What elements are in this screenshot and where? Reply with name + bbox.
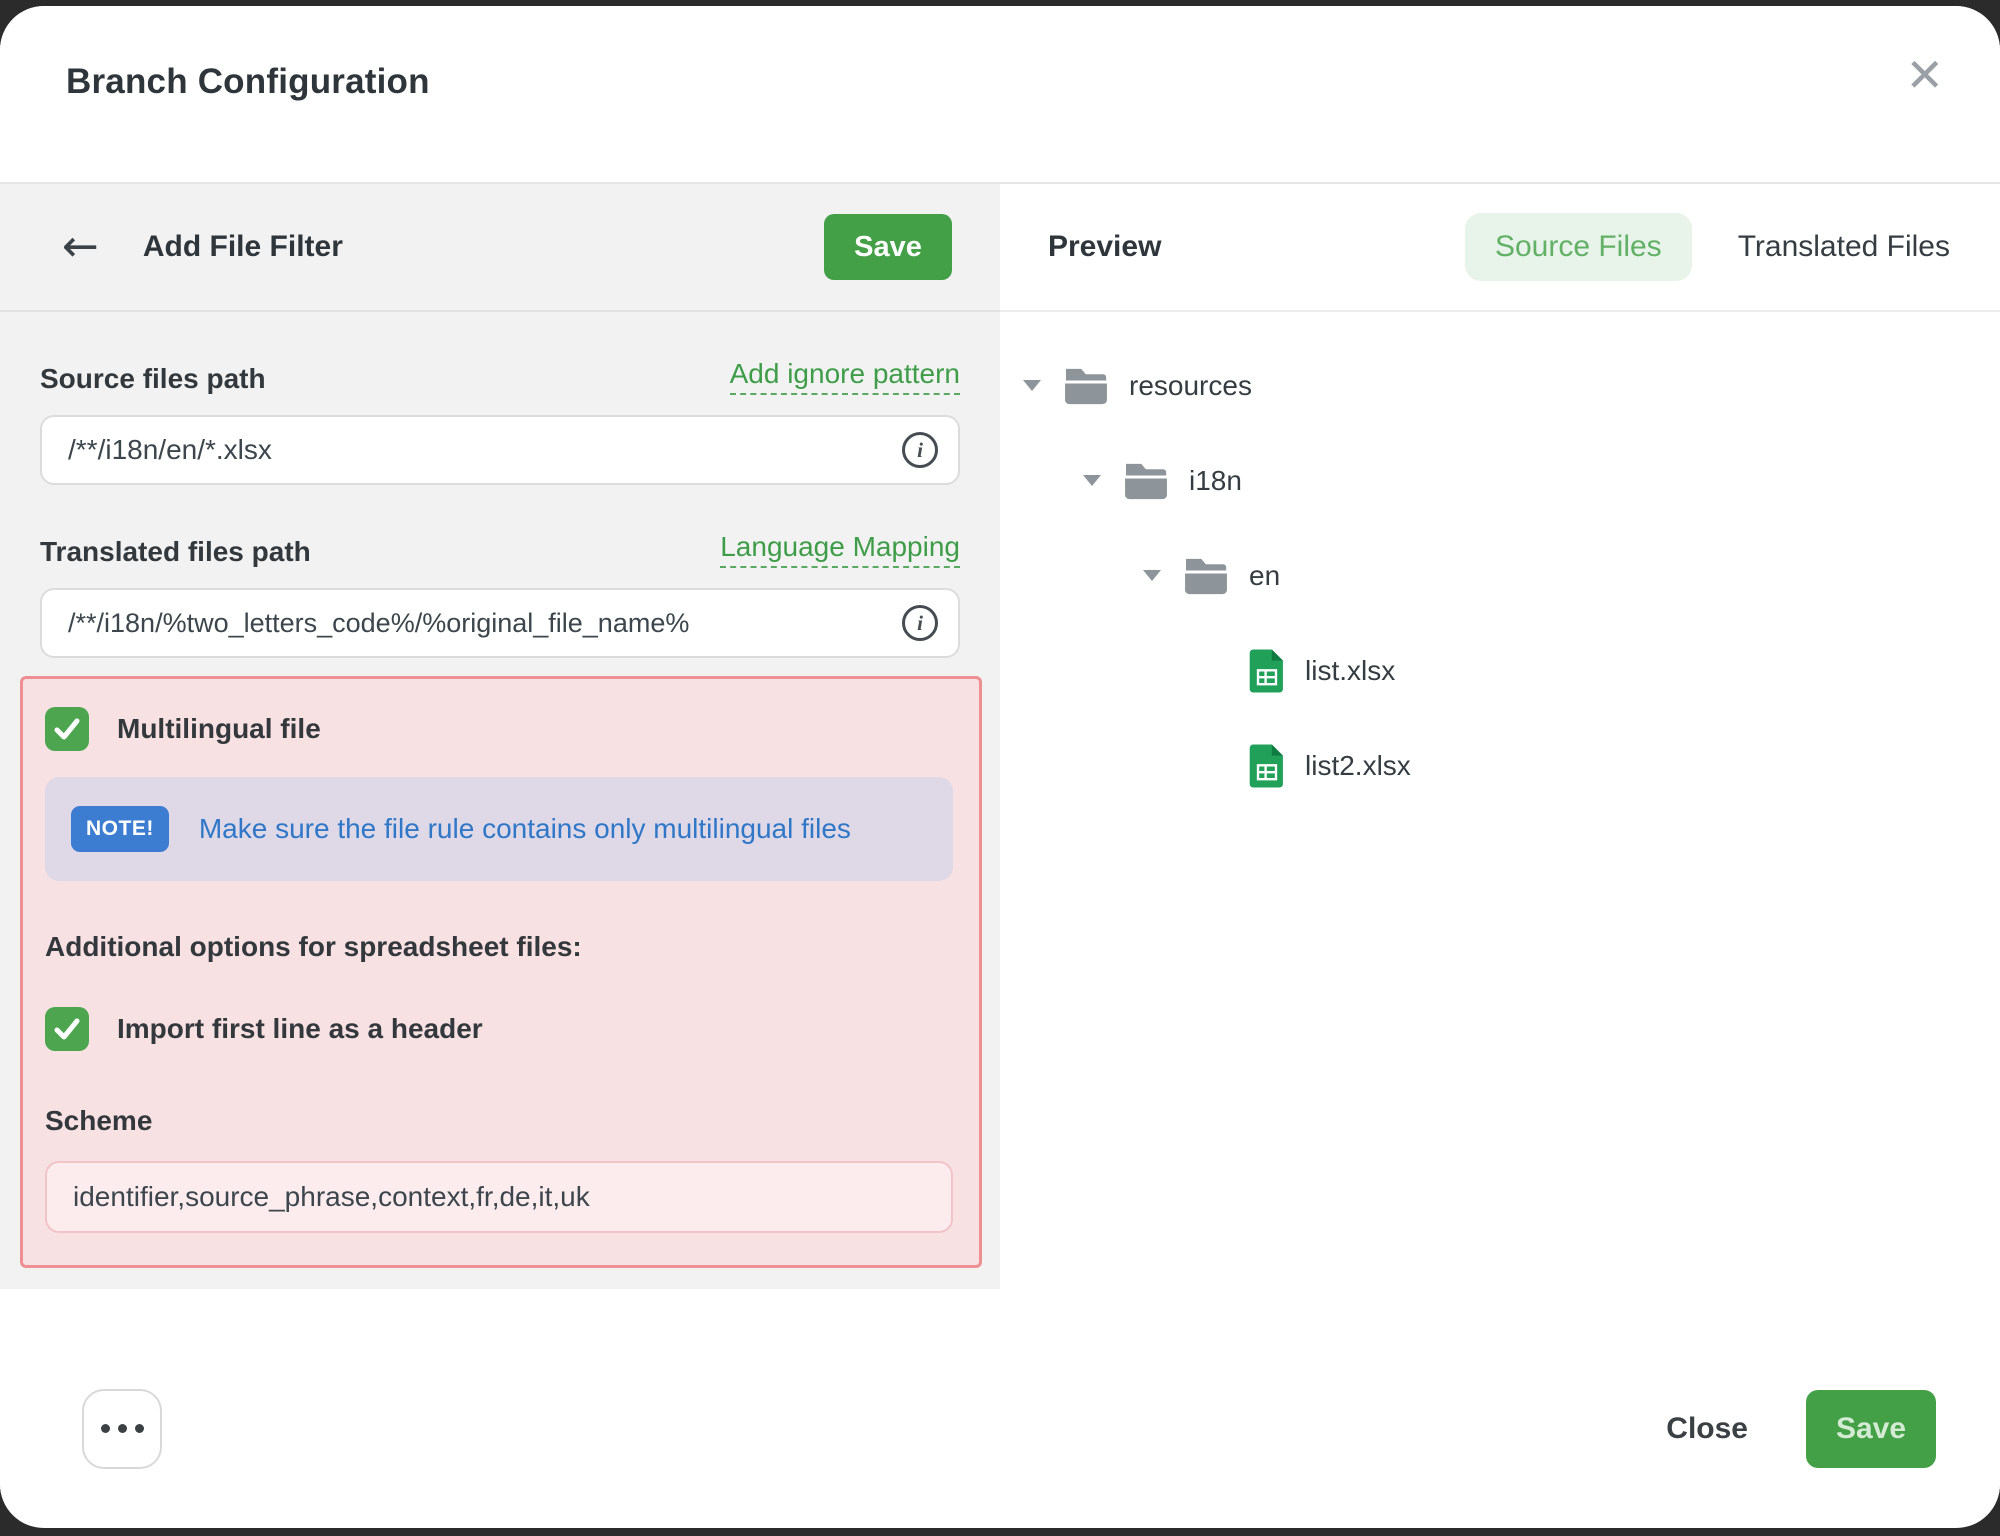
- tree-label: resources: [1129, 370, 1252, 402]
- preview-header: Preview Source Files Translated Files: [1000, 184, 2000, 312]
- spreadsheet-file-icon: [1249, 648, 1285, 694]
- caret-down-icon[interactable]: [1083, 475, 1101, 486]
- scheme-input-wrap: [45, 1161, 953, 1233]
- caret-down-icon[interactable]: [1023, 380, 1041, 391]
- check-icon: [54, 1018, 80, 1040]
- info-icon[interactable]: i: [902, 432, 938, 468]
- source-path-input[interactable]: [40, 415, 960, 485]
- source-path-label-row: Source files path Add ignore pattern: [40, 358, 960, 395]
- file-filter-panel: ← Add File Filter Save Source files path…: [0, 184, 1000, 1289]
- back-arrow-icon[interactable]: ←: [62, 225, 99, 269]
- translated-path-label: Translated files path: [40, 536, 311, 568]
- scheme-input[interactable]: [45, 1161, 953, 1233]
- tab-source-files[interactable]: Source Files: [1465, 213, 1692, 281]
- close-icon[interactable]: ✕: [1905, 52, 1944, 98]
- note-box: NOTE! Make sure the file rule contains o…: [45, 777, 953, 881]
- tree-row-folder[interactable]: i18n: [1000, 433, 2000, 528]
- tree-label: i18n: [1189, 465, 1242, 497]
- note-badge: NOTE!: [71, 806, 169, 852]
- tree-label: list.xlsx: [1305, 655, 1395, 687]
- import-header-checkbox[interactable]: [45, 1007, 89, 1051]
- dot-icon: [135, 1424, 144, 1433]
- folder-icon: [1183, 556, 1229, 596]
- filter-panel-title: Add File Filter: [143, 230, 343, 264]
- modal-content: ← Add File Filter Save Source files path…: [0, 184, 2000, 1289]
- save-button[interactable]: Save: [1806, 1390, 1936, 1468]
- filter-form: Source files path Add ignore pattern i T…: [0, 358, 1000, 1268]
- more-options-button[interactable]: [82, 1389, 162, 1469]
- multilingual-highlight-section: Multilingual file NOTE! Make sure the fi…: [20, 676, 982, 1268]
- multilingual-checkbox-row: Multilingual file: [45, 707, 953, 751]
- file-tree: resources i18n: [1000, 312, 2000, 813]
- source-path-label: Source files path: [40, 363, 266, 395]
- tree-row-file[interactable]: list2.xlsx: [1000, 718, 2000, 813]
- scheme-label: Scheme: [45, 1105, 953, 1137]
- tab-translated-files[interactable]: Translated Files: [1734, 213, 1954, 281]
- language-mapping-link[interactable]: Language Mapping: [720, 531, 960, 568]
- translated-path-label-row: Translated files path Language Mapping: [40, 531, 960, 568]
- footer-actions: Close Save: [1666, 1390, 1936, 1468]
- tree-row-file[interactable]: list.xlsx: [1000, 623, 2000, 718]
- translated-path-input-wrap: i: [40, 588, 960, 658]
- filter-panel-header: ← Add File Filter Save: [0, 184, 1000, 312]
- tree-row-folder[interactable]: resources: [1000, 338, 2000, 433]
- preview-panel: Preview Source Files Translated Files: [1000, 184, 2000, 1289]
- import-header-checkbox-label: Import first line as a header: [117, 1013, 483, 1045]
- add-ignore-pattern-link[interactable]: Add ignore pattern: [730, 358, 960, 395]
- translated-path-input[interactable]: [40, 588, 960, 658]
- folder-icon: [1123, 461, 1169, 501]
- folder-icon: [1063, 366, 1109, 406]
- spreadsheet-file-icon: [1249, 743, 1285, 789]
- import-header-checkbox-row: Import first line as a header: [45, 1007, 953, 1051]
- caret-down-icon[interactable]: [1143, 570, 1161, 581]
- dot-icon: [118, 1424, 127, 1433]
- preview-tabs: Source Files Translated Files: [1465, 213, 1954, 281]
- preview-title: Preview: [1048, 230, 1161, 264]
- close-button[interactable]: Close: [1666, 1412, 1748, 1446]
- check-icon: [54, 718, 80, 740]
- branch-configuration-modal: Branch Configuration ✕ ← Add File Filter…: [0, 6, 2000, 1528]
- source-path-input-wrap: i: [40, 415, 960, 485]
- spreadsheet-options-heading: Additional options for spreadsheet files…: [45, 931, 953, 963]
- filter-save-button[interactable]: Save: [824, 214, 952, 280]
- info-icon[interactable]: i: [902, 605, 938, 641]
- multilingual-checkbox-label: Multilingual file: [117, 713, 321, 745]
- dot-icon: [101, 1424, 110, 1433]
- tree-label: list2.xlsx: [1305, 750, 1411, 782]
- modal-header: Branch Configuration ✕: [0, 6, 2000, 184]
- modal-footer: Close Save: [0, 1289, 2000, 1526]
- note-message: Make sure the file rule contains only mu…: [199, 813, 851, 845]
- tree-row-folder[interactable]: en: [1000, 528, 2000, 623]
- multilingual-checkbox[interactable]: [45, 707, 89, 751]
- tree-label: en: [1249, 560, 1280, 592]
- modal-title: Branch Configuration: [66, 62, 430, 102]
